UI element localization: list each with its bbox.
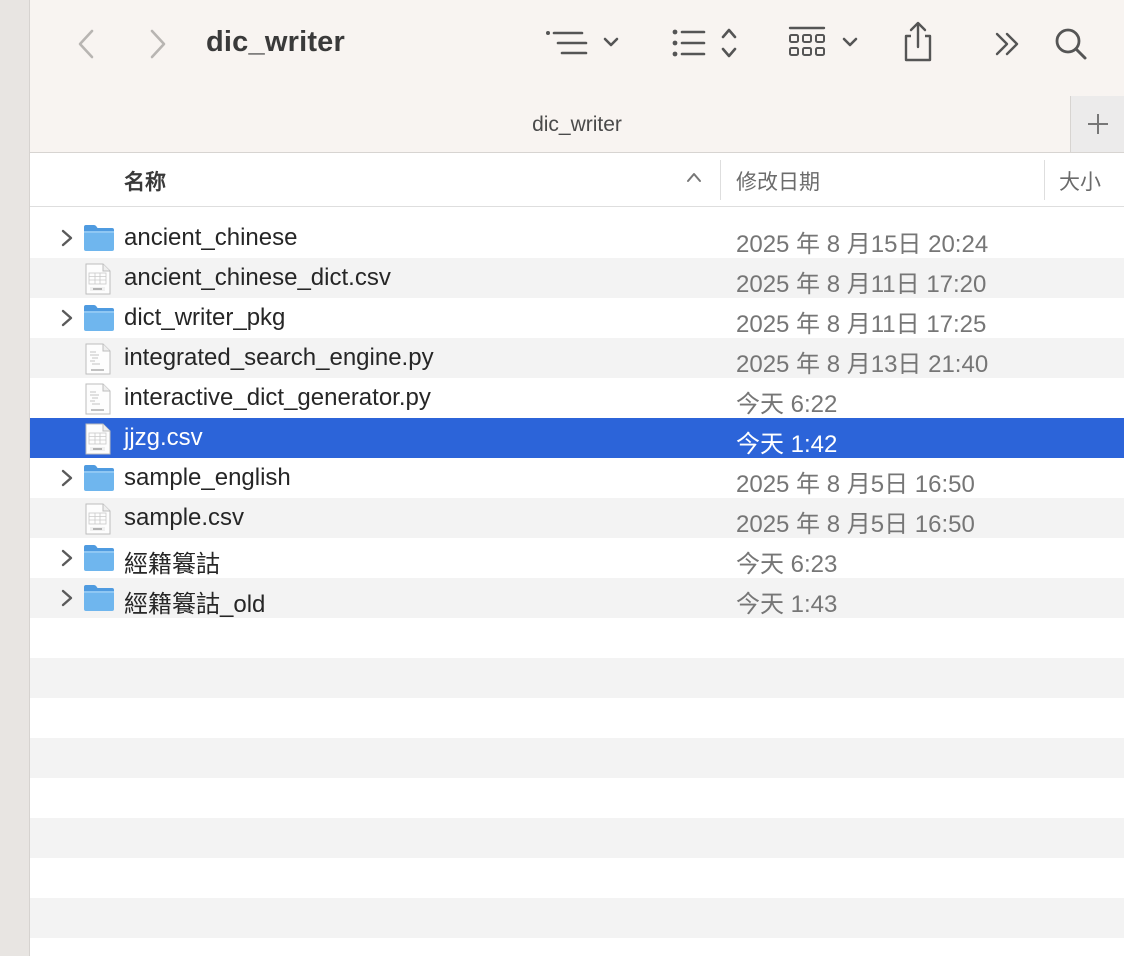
file-icon-wrapper [83, 263, 113, 300]
file-row[interactable]: 經籍籑詁 今天 6:23 [30, 538, 1124, 578]
csv-file-icon [85, 423, 111, 455]
share-button[interactable] [900, 20, 936, 64]
forward-button[interactable] [142, 26, 174, 62]
more-toolbar-button[interactable] [992, 26, 1024, 62]
file-name: integrated_search_engine.py [124, 344, 434, 371]
file-modified-date: 2025 年 8 月11日 17:20 [736, 271, 987, 298]
icon-grid-icon [788, 26, 858, 56]
file-modified-date: 今天 1:43 [736, 591, 838, 618]
window-title: dic_writer [206, 26, 345, 58]
chevron-left-icon [78, 29, 94, 59]
empty-row [30, 738, 1124, 778]
file-row[interactable]: integrated_search_engine.py 2025 年 8 月13日… [30, 338, 1124, 378]
file-icon-wrapper [83, 303, 115, 338]
python-file-icon [85, 383, 111, 415]
sort-ascending-icon [687, 173, 701, 182]
group-list-icon [546, 31, 619, 55]
tab-dic-writer[interactable]: dic_writer [30, 113, 1124, 137]
file-row[interactable]: sample_english 2025 年 8 月5日 16:50 [30, 458, 1124, 498]
list-view-icon [672, 28, 737, 58]
double-chevron-right-icon [995, 32, 1019, 56]
column-divider[interactable] [1044, 160, 1045, 200]
tab-bar: dic_writer [30, 96, 1124, 153]
file-icon-wrapper [83, 343, 113, 380]
toolbar: dic_writer [30, 0, 1124, 96]
file-row[interactable]: ancient_chinese_dict.csv 2025 年 8 月11日 17… [30, 258, 1124, 298]
folder-icon [84, 225, 114, 251]
empty-row [30, 658, 1124, 698]
view-options-button[interactable] [668, 24, 744, 64]
file-name: interactive_dict_generator.py [124, 384, 431, 411]
file-row[interactable]: interactive_dict_generator.py 今天 6:22 [30, 378, 1124, 418]
new-tab-button[interactable] [1070, 96, 1124, 152]
file-name: dict_writer_pkg [124, 304, 286, 331]
empty-row [30, 618, 1124, 658]
disclosure-chevron-icon[interactable] [60, 588, 74, 608]
file-name: 經籍籑詁_old [124, 591, 266, 618]
chevron-right-icon [150, 29, 166, 59]
file-name: sample_english [124, 464, 291, 491]
empty-row [30, 898, 1124, 938]
file-modified-date: 今天 6:22 [736, 391, 838, 418]
search-button[interactable] [1052, 24, 1090, 64]
share-icon [904, 21, 932, 62]
empty-row [30, 818, 1124, 858]
folder-icon [84, 305, 114, 331]
empty-row [30, 698, 1124, 738]
file-list: ancient_chinese 2025 年 8 月15日 20:24 ancien… [30, 218, 1124, 618]
column-size-header[interactable]: 大小 [1059, 166, 1101, 196]
folder-icon [84, 585, 114, 611]
finder-window: dic_writer dic_writer 名称 修改日期 大小 ancient… [30, 0, 1124, 956]
file-name: sample.csv [124, 504, 245, 531]
file-icon-wrapper [83, 583, 115, 618]
file-row[interactable]: sample.csv 2025 年 8 月5日 16:50 [30, 498, 1124, 538]
file-icon-wrapper [83, 543, 115, 578]
empty-row [30, 778, 1124, 818]
file-icon-wrapper [83, 463, 115, 498]
folder-icon [84, 465, 114, 491]
file-icon-wrapper [83, 383, 113, 420]
back-button[interactable] [70, 26, 102, 62]
file-icon-wrapper [83, 423, 113, 460]
disclosure-chevron-icon[interactable] [60, 228, 74, 248]
file-row[interactable]: dict_writer_pkg 2025 年 8 月11日 17:25 [30, 298, 1124, 338]
file-row[interactable]: ancient_chinese 2025 年 8 月15日 20:24 [30, 218, 1124, 258]
file-modified-date: 2025 年 8 月5日 16:50 [736, 471, 975, 498]
python-file-icon [85, 343, 111, 375]
file-icon-wrapper [83, 223, 115, 258]
plus-icon [1087, 114, 1108, 134]
csv-file-icon [85, 263, 111, 295]
file-name: ancient_chinese_dict.csv [124, 264, 391, 291]
column-divider[interactable] [720, 160, 721, 200]
disclosure-chevron-icon[interactable] [60, 548, 74, 568]
group-button[interactable] [542, 24, 624, 64]
file-icon-wrapper [83, 503, 113, 540]
file-modified-date: 2025 年 8 月11日 17:25 [736, 311, 987, 338]
column-header: 名称 修改日期 大小 [30, 153, 1124, 207]
column-date-header[interactable]: 修改日期 [736, 166, 820, 196]
file-modified-date: 今天 6:23 [736, 551, 838, 578]
sidebar-edge [0, 0, 30, 956]
empty-row [30, 858, 1124, 898]
gallery-button[interactable] [786, 24, 866, 64]
search-icon [1055, 28, 1087, 60]
folder-icon [84, 545, 114, 571]
file-name: 經籍籑詁 [124, 551, 220, 578]
file-name: jjzg.csv [124, 424, 203, 451]
file-modified-date: 2025 年 8 月13日 21:40 [736, 351, 989, 378]
file-row[interactable]: 經籍籑詁_old 今天 1:43 [30, 578, 1124, 618]
file-modified-date: 2025 年 8 月5日 16:50 [736, 511, 975, 538]
file-modified-date: 2025 年 8 月15日 20:24 [736, 231, 989, 258]
column-name-header[interactable]: 名称 [124, 166, 166, 196]
disclosure-chevron-icon[interactable] [60, 468, 74, 488]
csv-file-icon [85, 503, 111, 535]
file-modified-date: 今天 1:42 [736, 431, 838, 458]
file-name: ancient_chinese [124, 224, 298, 251]
file-row[interactable]: jjzg.csv 今天 1:42 [30, 418, 1124, 458]
empty-list-area [30, 618, 1124, 938]
disclosure-chevron-icon[interactable] [60, 308, 74, 328]
